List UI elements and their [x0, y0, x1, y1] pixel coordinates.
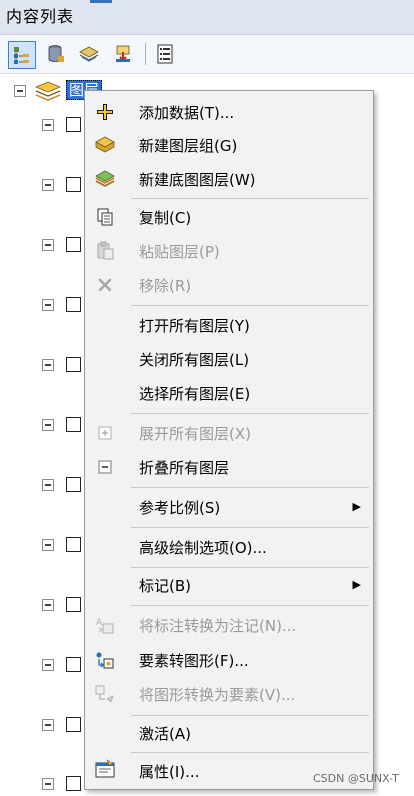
list-by-source-icon[interactable] — [42, 41, 68, 67]
menu-item-label: 将标注转换为注记(N)... — [139, 617, 297, 635]
layers-icon — [34, 80, 62, 102]
layer-visibility-checkbox[interactable] — [66, 177, 81, 192]
add-data-icon — [93, 100, 117, 124]
list-by-selection-icon[interactable] — [110, 41, 136, 67]
menu-item-label: 标记(B) — [139, 577, 191, 595]
layers-context-menu: 添加数据(T)... 新建图层组(G) 新建底图图层(W) 复制(C) 粘贴图层… — [84, 90, 374, 790]
menu-separator — [131, 527, 369, 528]
menu-item-label: 添加数据(T)... — [139, 104, 235, 122]
menu-separator — [131, 305, 369, 306]
menu-item-turn-off-all-layers[interactable]: 关闭所有图层(L) — [85, 343, 373, 375]
menu-item-convert-labels-to-annotation[interactable]: A 将标注转换为注记(N)... — [85, 609, 373, 641]
layer-collapse-toggle[interactable] — [42, 659, 54, 671]
submenu-arrow-icon: ▶ — [352, 500, 361, 513]
menu-separator — [131, 715, 369, 716]
menu-item-collapse-all-layers[interactable]: 折叠所有图层 — [85, 451, 373, 483]
layer-collapse-toggle[interactable] — [42, 599, 54, 611]
menu-item-label: 粘贴图层(P) — [139, 243, 220, 261]
watermark: CSDN @SUNX-T — [313, 772, 399, 785]
svg-text:A: A — [96, 618, 103, 628]
menu-item-label: 参考比例(S) — [139, 499, 221, 517]
toolbar-separator — [145, 43, 146, 65]
layer-collapse-toggle[interactable] — [42, 179, 54, 191]
options-icon[interactable] — [152, 41, 178, 67]
layer-visibility-checkbox[interactable] — [66, 597, 81, 612]
panel-title: 内容列表 — [6, 7, 75, 26]
menu-item-label: 新建图层组(G) — [139, 137, 238, 155]
layer-visibility-checkbox[interactable] — [66, 657, 81, 672]
menu-item-copy[interactable]: 复制(C) — [85, 201, 373, 233]
layer-visibility-checkbox[interactable] — [66, 477, 81, 492]
menu-item-label: 高级绘制选项(O)... — [139, 539, 267, 557]
layer-collapse-toggle[interactable] — [42, 419, 54, 431]
layer-visibility-checkbox[interactable] — [66, 237, 81, 252]
menu-item-label: 移除(R) — [139, 277, 192, 295]
menu-item-label: 展开所有图层(X) — [139, 425, 251, 443]
menu-item-label: 新建底图图层(W) — [139, 171, 256, 189]
layer-visibility-checkbox[interactable] — [66, 297, 81, 312]
menu-item-label: 要素转图形(F)... — [139, 652, 249, 670]
menu-item-label: 关闭所有图层(L) — [139, 351, 250, 369]
menu-separator — [131, 752, 369, 753]
layer-collapse-toggle[interactable] — [42, 119, 54, 131]
layer-collapse-toggle[interactable] — [42, 719, 54, 731]
new-basemap-layer-icon — [93, 167, 117, 191]
toc-toolbar — [0, 35, 414, 74]
new-group-layer-icon — [93, 133, 117, 157]
layer-collapse-toggle[interactable] — [42, 239, 54, 251]
features-to-graphics-icon — [93, 648, 117, 672]
menu-item-label: 选择所有图层(E) — [139, 385, 251, 403]
layer-collapse-toggle[interactable] — [42, 359, 54, 371]
menu-separator — [131, 567, 369, 568]
layer-collapse-toggle[interactable] — [42, 778, 54, 790]
menu-item-label: 激活(A) — [139, 725, 191, 743]
copy-icon — [93, 205, 117, 229]
list-by-visibility-icon[interactable] — [76, 41, 102, 67]
menu-item-activate[interactable]: 激活(A) — [85, 717, 373, 749]
menu-item-label: 打开所有图层(Y) — [139, 317, 250, 335]
menu-item-label: 复制(C) — [139, 209, 192, 227]
menu-item-expand-all-layers[interactable]: 展开所有图层(X) — [85, 417, 373, 449]
menu-item-select-all-layers[interactable]: 选择所有图层(E) — [85, 377, 373, 409]
layer-visibility-checkbox[interactable] — [66, 357, 81, 372]
properties-icon — [93, 757, 117, 781]
convert-labels-icon: A — [93, 613, 117, 637]
menu-item-label: 将图形转换为要素(V)... — [139, 686, 296, 704]
paste-icon — [93, 239, 117, 263]
menu-item-remove[interactable]: 移除(R) — [85, 269, 373, 301]
title-accent — [90, 0, 112, 3]
submenu-arrow-icon: ▶ — [352, 578, 361, 591]
layer-visibility-checkbox[interactable] — [66, 117, 81, 132]
layer-collapse-toggle[interactable] — [42, 479, 54, 491]
graphics-to-features-icon — [93, 682, 117, 706]
menu-item-paste-layer[interactable]: 粘贴图层(P) — [85, 235, 373, 267]
panel-title-bar: 内容列表 — [0, 0, 414, 35]
menu-item-new-group-layer[interactable]: 新建图层组(G) — [85, 129, 373, 161]
menu-item-graphics-to-features[interactable]: 将图形转换为要素(V)... — [85, 678, 373, 710]
menu-item-new-basemap-layer[interactable]: 新建底图图层(W) — [85, 163, 373, 195]
layer-visibility-checkbox[interactable] — [66, 717, 81, 732]
expand-icon — [93, 421, 117, 445]
collapse-icon — [93, 455, 117, 479]
list-by-drawing-order-icon[interactable] — [8, 41, 36, 69]
layer-visibility-checkbox[interactable] — [66, 776, 81, 791]
menu-separator — [131, 487, 369, 488]
menu-item-features-to-graphics[interactable]: 要素转图形(F)... — [85, 644, 373, 676]
layer-collapse-toggle[interactable] — [42, 299, 54, 311]
menu-item-labeling[interactable]: 标记(B) ▶ — [85, 569, 373, 601]
menu-item-advanced-drawing-options[interactable]: 高级绘制选项(O)... — [85, 531, 373, 563]
menu-separator — [131, 198, 369, 199]
menu-item-turn-on-all-layers[interactable]: 打开所有图层(Y) — [85, 309, 373, 341]
menu-item-reference-scale[interactable]: 参考比例(S) ▶ — [85, 491, 373, 523]
layer-collapse-toggle[interactable] — [42, 539, 54, 551]
menu-item-label: 折叠所有图层 — [139, 459, 230, 477]
menu-item-add-data[interactable]: 添加数据(T)... — [85, 96, 373, 128]
remove-icon — [93, 273, 117, 297]
layer-visibility-checkbox[interactable] — [66, 417, 81, 432]
menu-separator — [131, 605, 369, 606]
layer-visibility-checkbox[interactable] — [66, 537, 81, 552]
menu-separator — [131, 413, 369, 414]
root-collapse-toggle[interactable] — [14, 85, 26, 97]
menu-item-label: 属性(I)... — [139, 763, 200, 781]
